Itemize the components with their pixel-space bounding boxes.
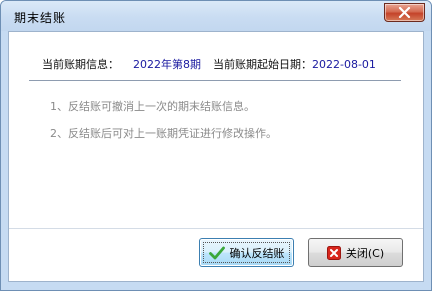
period-label: 当前账期信息：: [42, 58, 119, 71]
start-date-value: 2022-08-01: [312, 58, 376, 71]
period-info-row: 当前账期信息： 2022年第8期 当前账期起始日期：2022-08-01: [42, 56, 376, 72]
confirm-reverse-close-button[interactable]: 确认反结账: [199, 238, 294, 267]
dialog-content: 当前账期信息： 2022年第8期 当前账期起始日期：2022-08-01 1、反结账…: [8, 31, 424, 282]
cancel-icon: [326, 245, 341, 260]
note-line-1: 1、反结账可撤消上一次的期末结账信息。: [50, 100, 255, 113]
close-button[interactable]: 关闭(C): [308, 238, 403, 267]
window-title: 期末结账: [14, 11, 67, 25]
button-area-divider: [9, 228, 423, 229]
note-line-2: 2、反结账后可对上一账期凭证进行修改操作。: [50, 127, 277, 140]
info-divider: [29, 80, 401, 81]
close-icon: [398, 7, 411, 18]
confirm-button-label: 确认反结账: [229, 246, 285, 260]
period-value: 2022年第8期: [133, 58, 201, 71]
window-close-button[interactable]: [384, 3, 425, 22]
title-bar[interactable]: 期末结账: [1, 1, 431, 31]
close-button-label: 关闭(C): [345, 246, 385, 260]
checkmark-icon: [208, 246, 225, 259]
dialog-window: 期末结账 当前账期信息： 2022年第8期 当前账期起始日期：2022-08-01 …: [0, 0, 432, 291]
start-date-label: 当前账期起始日期：: [213, 58, 312, 71]
